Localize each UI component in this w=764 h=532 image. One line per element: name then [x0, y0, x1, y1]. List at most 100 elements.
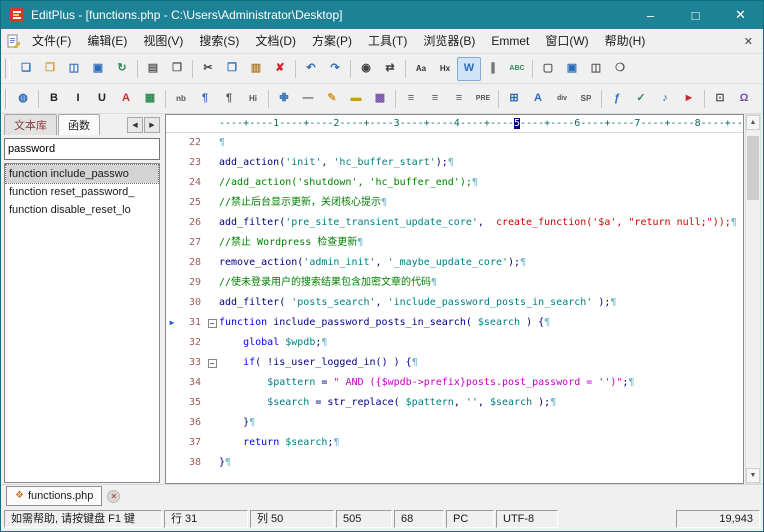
- delete-button[interactable]: ✘: [268, 57, 292, 81]
- reload-file-button[interactable]: ↻: [110, 57, 134, 81]
- toolbar-grip[interactable]: [5, 59, 10, 79]
- menu-item-3[interactable]: 视图(V): [135, 29, 191, 53]
- code-line[interactable]: 36 }¶: [166, 413, 743, 433]
- cut-button[interactable]: ✂: [196, 57, 220, 81]
- music-button[interactable]: ♪: [653, 87, 677, 111]
- menu-item-5[interactable]: 文档(D): [247, 29, 304, 53]
- color-palette-button[interactable]: ▦: [138, 87, 162, 111]
- span-tag-button[interactable]: SP: [574, 87, 598, 111]
- menu-item-9[interactable]: Emmet: [483, 29, 537, 53]
- special-characters-button[interactable]: Ω: [732, 87, 756, 111]
- underline-button[interactable]: U: [90, 87, 114, 111]
- menu-item-8[interactable]: 浏览器(B): [415, 29, 483, 53]
- horizontal-rule-button[interactable]: ―: [296, 87, 320, 111]
- table-button[interactable]: ⊞: [502, 87, 526, 111]
- code-line[interactable]: 23add_action('init', 'hc_buffer_start');…: [166, 153, 743, 173]
- function-list-item[interactable]: function disable_reset_lo: [6, 201, 158, 219]
- vertical-scrollbar[interactable]: ▲ ▼: [745, 114, 761, 484]
- pencil-button[interactable]: ✎: [320, 87, 344, 111]
- print-preview-button[interactable]: ❐: [165, 57, 189, 81]
- menu-item-6[interactable]: 方案(P): [304, 29, 360, 53]
- code-line[interactable]: ▶31−function include_password_posts_in_s…: [166, 313, 743, 333]
- code-line[interactable]: 27//禁止 Wordpress 检查更新¶: [166, 233, 743, 253]
- scroll-down-button[interactable]: ▼: [746, 468, 760, 483]
- save-file-button[interactable]: ◫: [62, 57, 86, 81]
- fullscreen-button[interactable]: ▢: [536, 57, 560, 81]
- fold-toggle[interactable]: −: [205, 353, 219, 373]
- menu-item-4[interactable]: 搜索(S): [191, 29, 247, 53]
- object-button[interactable]: ⊡: [708, 87, 732, 111]
- tab-close-button[interactable]: ✕: [107, 490, 120, 503]
- menu-item-2[interactable]: 编辑(E): [79, 29, 135, 53]
- scrollbar-track[interactable]: [746, 130, 760, 468]
- div-tag-button[interactable]: div: [550, 87, 574, 111]
- save-all-button[interactable]: ▣: [86, 57, 110, 81]
- undo-button[interactable]: ↶: [299, 57, 323, 81]
- new-window-button[interactable]: ❍: [608, 57, 632, 81]
- menu-item-7[interactable]: 工具(T): [360, 29, 415, 53]
- code-line[interactable]: 26add_filter('pre_site_transient_update_…: [166, 213, 743, 233]
- highlight-marker-button[interactable]: ▬: [344, 87, 368, 111]
- font-color-button[interactable]: A: [114, 87, 138, 111]
- minimize-button[interactable]: –: [628, 1, 673, 29]
- paste-button[interactable]: ▥: [244, 57, 268, 81]
- code-line[interactable]: 22¶: [166, 133, 743, 153]
- link-button[interactable]: A: [526, 87, 550, 111]
- spell-check-button[interactable]: ABC: [505, 57, 529, 81]
- code-line[interactable]: 24//add_action('shutdown', 'hc_buffer_en…: [166, 173, 743, 193]
- scroll-up-button[interactable]: ▲: [746, 115, 760, 130]
- tab-functions-php[interactable]: ❖ functions.php: [6, 486, 102, 506]
- code-line[interactable]: 29//使未登录用户的搜索结果包含加密文章的代码¶: [166, 273, 743, 293]
- redo-button[interactable]: ↷: [323, 57, 347, 81]
- maximize-button[interactable]: □: [673, 1, 718, 29]
- heading-button[interactable]: Hi: [241, 87, 265, 111]
- movie-button[interactable]: ►: [677, 87, 701, 111]
- sidebar-tab-1[interactable]: 文本库: [4, 114, 57, 135]
- replace-button[interactable]: ⇄: [378, 57, 402, 81]
- tab-scroll-right-button[interactable]: ▶: [144, 117, 160, 133]
- italic-button[interactable]: I: [66, 87, 90, 111]
- document-close-button[interactable]: ✕: [734, 35, 763, 48]
- align-left-button[interactable]: ≡: [399, 87, 423, 111]
- browser-view-button[interactable]: ▣: [560, 57, 584, 81]
- non-breaking-space-button[interactable]: nb: [169, 87, 193, 111]
- code-line[interactable]: 37 return $search;¶: [166, 433, 743, 453]
- code-line[interactable]: 25//禁止后台显示更新，关闭核心提示¶: [166, 193, 743, 213]
- script-tag-button[interactable]: ƒ: [605, 87, 629, 111]
- split-window-button[interactable]: ◫: [584, 57, 608, 81]
- word-wrap-button[interactable]: W: [457, 57, 481, 81]
- close-button[interactable]: ✕: [718, 1, 763, 29]
- code-line[interactable]: 28remove_action('admin_init', '_maybe_up…: [166, 253, 743, 273]
- new-file-button[interactable]: ❏: [14, 57, 38, 81]
- code-line[interactable]: 32 global $wpdb;¶: [166, 333, 743, 353]
- align-right-button[interactable]: ≡: [447, 87, 471, 111]
- code-lines[interactable]: 22¶23add_action('init', 'hc_buffer_start…: [166, 133, 743, 483]
- code-line[interactable]: 35 $search = str_replace( $pattern, '', …: [166, 393, 743, 413]
- print-button[interactable]: ▤: [141, 57, 165, 81]
- code-line[interactable]: 30add_filter( 'posts_search', 'include_p…: [166, 293, 743, 313]
- open-file-button[interactable]: ❒: [38, 57, 62, 81]
- anchor-button[interactable]: ✙: [272, 87, 296, 111]
- match-case-button[interactable]: Aa: [409, 57, 433, 81]
- preformatted-button[interactable]: PRE: [471, 87, 495, 111]
- function-list-item[interactable]: function include_passwo: [6, 165, 158, 183]
- copy-button[interactable]: ❐: [220, 57, 244, 81]
- paragraph-button[interactable]: ¶: [193, 87, 217, 111]
- fold-toggle[interactable]: −: [205, 313, 219, 333]
- scrollbar-thumb[interactable]: [747, 136, 759, 200]
- align-center-button[interactable]: ≡: [423, 87, 447, 111]
- line-break-button[interactable]: ¶: [217, 87, 241, 111]
- column-select-button[interactable]: ∥: [481, 57, 505, 81]
- menu-item-1[interactable]: 文件(F): [24, 29, 79, 53]
- function-list-item[interactable]: function reset_password_: [6, 183, 158, 201]
- checkmark-button[interactable]: ✓: [629, 87, 653, 111]
- toolbar-grip[interactable]: [5, 89, 7, 109]
- bold-button[interactable]: B: [42, 87, 66, 111]
- function-search-input[interactable]: [4, 138, 160, 160]
- menu-item-10[interactable]: 窗口(W): [537, 29, 596, 53]
- code-line[interactable]: 34 $pattern = " AND ({$wpdb->prefix}post…: [166, 373, 743, 393]
- menu-item-11[interactable]: 帮助(H): [597, 29, 654, 53]
- sidebar-tab-2[interactable]: 函数: [58, 114, 100, 135]
- image-button[interactable]: ▩: [368, 87, 392, 111]
- tab-scroll-left-button[interactable]: ◀: [127, 117, 143, 133]
